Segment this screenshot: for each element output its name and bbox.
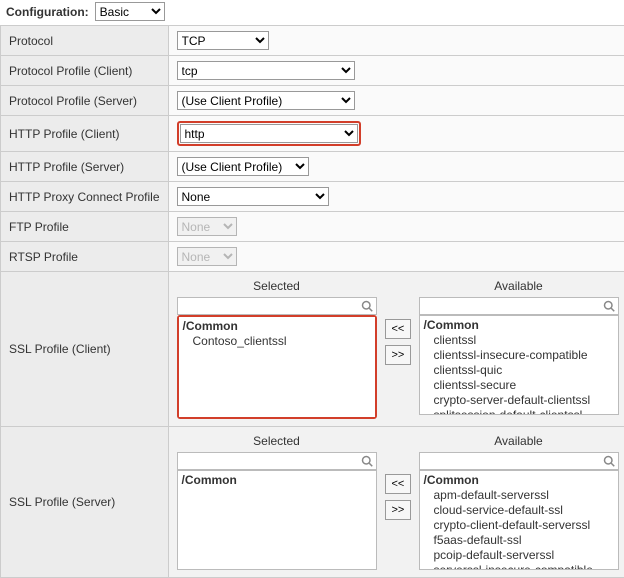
http-profile-server-select[interactable]: (Use Client Profile) [177,157,309,176]
list-group: /Common [424,473,614,487]
list-item[interactable]: apm-default-serverssl [434,488,614,502]
list-item[interactable]: crypto-server-default-clientssl [434,393,614,407]
ssl-server-available-list[interactable]: /Commonapm-default-serversslcloud-servic… [419,470,619,570]
list-group: /Common [424,318,614,332]
search-icon [361,455,373,467]
search-icon [603,300,615,312]
ftp-profile-select: None [177,217,237,236]
ssl-client-available-list[interactable]: /Commonclientsslclientssl-insecure-compa… [419,315,619,415]
configuration-select[interactable]: Basic [95,2,165,21]
protocol-profile-client-label: Protocol Profile (Client) [1,56,169,86]
http-proxy-connect-select[interactable]: None [177,187,329,206]
available-header: Available [494,434,542,448]
move-left-button[interactable]: << [385,474,411,494]
protocol-profile-server-label: Protocol Profile (Server) [1,86,169,116]
protocol-profile-client-select[interactable]: tcp [177,61,355,80]
move-left-button[interactable]: << [385,319,411,339]
search-icon [603,455,615,467]
move-right-button[interactable]: >> [385,500,411,520]
list-item[interactable]: clientssl-secure [434,378,614,392]
list-item[interactable]: clientssl-insecure-compatible [434,348,614,362]
list-item[interactable]: cloud-service-default-ssl [434,503,614,517]
list-group: /Common [182,473,372,487]
move-right-button[interactable]: >> [385,345,411,365]
ssl-server-selected-list[interactable]: /Common [177,470,377,570]
list-item[interactable]: clientssl [434,333,614,347]
list-item[interactable]: pcoip-default-serverssl [434,548,614,562]
available-header: Available [494,279,542,293]
ssl-client-selected-list[interactable]: /CommonContoso_clientssl [179,317,375,417]
http-profile-server-label: HTTP Profile (Server) [1,152,169,182]
list-item[interactable]: crypto-client-default-serverssl [434,518,614,532]
protocol-label: Protocol [1,26,169,56]
rtsp-profile-label: RTSP Profile [1,242,169,272]
http-profile-client-select[interactable]: http [180,124,358,143]
ssl-profile-client-label: SSL Profile (Client) [1,272,169,427]
ftp-profile-label: FTP Profile [1,212,169,242]
ssl-client-available-search[interactable] [419,297,619,315]
list-group: /Common [183,319,371,333]
http-proxy-connect-label: HTTP Proxy Connect Profile [1,182,169,212]
configuration-label: Configuration: [6,5,89,19]
list-item[interactable]: serverssl-insecure-compatible [434,563,614,570]
ssl-server-available-search[interactable] [419,452,619,470]
search-icon [361,300,373,312]
protocol-profile-server-select[interactable]: (Use Client Profile) [177,91,355,110]
rtsp-profile-select: None [177,247,237,266]
ssl-client-selected-search[interactable] [177,297,377,315]
selected-header: Selected [253,434,300,448]
list-item[interactable]: f5aas-default-ssl [434,533,614,547]
list-item[interactable]: splitsession-default-clientssl [434,408,614,415]
ssl-profile-server-label: SSL Profile (Server) [1,427,169,578]
protocol-select[interactable]: TCP [177,31,269,50]
list-item[interactable]: Contoso_clientssl [193,334,371,348]
http-profile-client-label: HTTP Profile (Client) [1,116,169,152]
list-item[interactable]: clientssl-quic [434,363,614,377]
ssl-server-selected-search[interactable] [177,452,377,470]
selected-header: Selected [253,279,300,293]
